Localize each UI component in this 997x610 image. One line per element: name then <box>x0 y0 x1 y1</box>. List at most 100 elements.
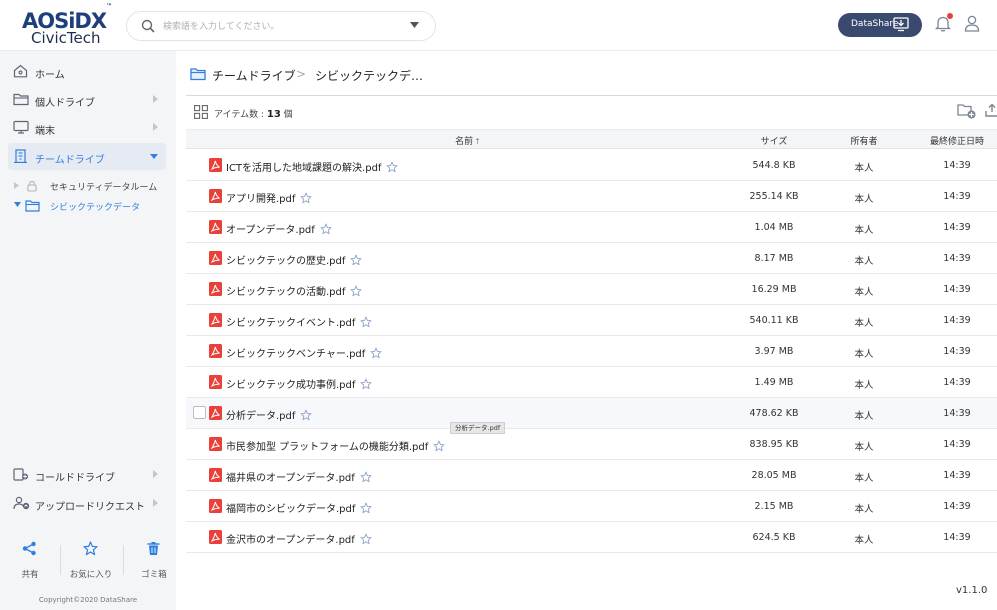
star-icon[interactable] <box>360 316 372 328</box>
file-size: 478.62 KB <box>749 408 799 419</box>
file-name-cell[interactable]: オープンデータ.pdf <box>226 221 332 236</box>
file-name[interactable]: シビックテック成功事例.pdf <box>226 380 355 391</box>
row-checkbox[interactable] <box>193 406 206 419</box>
sidebar-item-devices[interactable]: 端末 <box>8 114 166 141</box>
table-row[interactable]: 福井県のオープンデータ.pdf 28.05 MB 本人 14:39 <box>186 460 997 491</box>
star-icon[interactable] <box>350 285 362 297</box>
star-icon[interactable] <box>433 440 445 452</box>
sidebar-item-personal-drive[interactable]: 個人ドライブ <box>8 86 166 113</box>
file-name[interactable]: シビックテックの歴史.pdf <box>226 256 345 267</box>
star-icon[interactable] <box>360 502 372 514</box>
table-row[interactable]: シビックテックベンチャー.pdf 3.97 MB 本人 14:39 <box>186 336 997 367</box>
folder-icon <box>190 67 206 81</box>
chevron-down-icon[interactable] <box>410 22 419 29</box>
upload-icon[interactable] <box>985 103 997 118</box>
file-name[interactable]: ICTを活用した地域課題の解決.pdf <box>226 163 381 174</box>
file-name-cell[interactable]: シビックテック成功事例.pdf <box>226 376 372 391</box>
file-name-cell[interactable]: 市民参加型 プラットフォームの機能分類.pdf <box>226 438 445 453</box>
chevron-down-icon[interactable] <box>14 202 21 207</box>
breadcrumb-separator: > <box>296 67 307 81</box>
file-name[interactable]: シビックテックイベント.pdf <box>226 318 355 329</box>
sidebar-item-team-drive[interactable]: チームドライブ <box>8 143 166 170</box>
chevron-down-icon[interactable] <box>150 154 158 159</box>
file-name-cell[interactable]: 福井県のオープンデータ.pdf <box>226 469 372 484</box>
aosidx-civictech-logo[interactable]: AOSiDX™ CivicTech <box>22 3 122 47</box>
chevron-right-icon[interactable] <box>153 470 158 478</box>
star-icon[interactable] <box>360 533 372 545</box>
breadcrumb-team-drive[interactable]: チームドライブ <box>212 67 296 84</box>
file-name[interactable]: 分析データ.pdf <box>226 411 295 422</box>
building-icon <box>13 149 28 163</box>
file-name[interactable]: アプリ開発.pdf <box>226 194 295 205</box>
star-icon[interactable] <box>386 161 398 173</box>
table-row[interactable]: アプリ開発.pdf 255.14 KB 本人 14:39 <box>186 181 997 212</box>
table-row[interactable]: ICTを活用した地域課題の解決.pdf 544.8 KB 本人 14:39 <box>186 150 997 181</box>
pdf-file-icon <box>209 158 222 172</box>
star-icon[interactable] <box>360 471 372 483</box>
table-row[interactable]: 福岡市のシビックデータ.pdf 2.15 MB 本人 14:39 <box>186 491 997 522</box>
user-icon[interactable] <box>964 15 980 32</box>
favorites-button[interactable]: お気に入り <box>61 539 121 585</box>
datashare-button[interactable]: DataShare <box>838 13 922 37</box>
star-icon[interactable] <box>360 378 372 390</box>
trash-label: ゴミ箱 <box>141 570 167 580</box>
sidebar-item-upload-request[interactable]: アップロードリクエスト <box>8 490 166 517</box>
table-row[interactable]: 市民参加型 プラットフォームの機能分類.pdf 838.95 KB 本人 14:39 <box>186 429 997 460</box>
search-input[interactable] <box>163 18 403 35</box>
file-size: 3.97 MB <box>754 346 794 357</box>
table-row[interactable]: 分析データ.pdf 478.62 KB 本人 14:39 <box>186 398 997 429</box>
file-name[interactable]: 福岡市のシビックデータ.pdf <box>226 504 355 515</box>
file-name-cell[interactable]: シビックテックベンチャー.pdf <box>226 345 382 360</box>
file-name[interactable]: オープンデータ.pdf <box>226 225 315 236</box>
trash-icon <box>146 541 161 556</box>
file-name-cell[interactable]: ICTを活用した地域課題の解決.pdf <box>226 159 398 174</box>
star-icon[interactable] <box>300 192 312 204</box>
file-name[interactable]: 金沢市のオープンデータ.pdf <box>226 535 355 546</box>
divider <box>186 95 997 96</box>
sidebar: ホーム 個人ドライブ 端末 チームドライブ セキュリティデータルーム シビックテ <box>0 51 176 610</box>
sidebar-item-cold-drive[interactable]: コールドドライブ <box>8 461 166 488</box>
file-owner: 本人 <box>854 287 874 298</box>
chevron-right-icon[interactable] <box>153 95 158 103</box>
table-row[interactable]: シビックテックイベント.pdf 540.11 KB 本人 14:39 <box>186 305 997 336</box>
sidebar-item-civictech-data[interactable]: シビックテックデータ <box>14 197 174 215</box>
star-icon[interactable] <box>320 223 332 235</box>
column-modified-header[interactable]: 最終修正日時 <box>915 134 997 147</box>
file-name-cell[interactable]: シビックテックイベント.pdf <box>226 314 372 329</box>
locked-folder-icon <box>25 179 39 192</box>
file-name[interactable]: 福井県のオープンデータ.pdf <box>226 473 355 484</box>
share-button[interactable]: 共有 <box>0 539 60 585</box>
table-row[interactable]: オープンデータ.pdf 1.04 MB 本人 14:39 <box>186 212 997 243</box>
file-name-cell[interactable]: シビックテックの歴史.pdf <box>226 252 362 267</box>
column-owner-header[interactable]: 所有者 <box>826 134 902 147</box>
table-row[interactable]: シビックテック成功事例.pdf 1.49 MB 本人 14:39 <box>186 367 997 398</box>
chevron-right-icon[interactable] <box>14 182 19 189</box>
table-row[interactable]: 金沢市のオープンデータ.pdf 624.5 KB 本人 14:39 <box>186 522 997 553</box>
file-name-cell[interactable]: シビックテックの活動.pdf <box>226 283 362 298</box>
file-name-cell[interactable]: アプリ開発.pdf <box>226 190 312 205</box>
sidebar-item-security-data-room[interactable]: セキュリティデータルーム <box>14 177 174 195</box>
search-icon[interactable] <box>141 19 155 33</box>
column-size-header[interactable]: サイズ <box>734 134 814 147</box>
grid-view-icon[interactable] <box>194 105 208 119</box>
table-row[interactable]: シビックテックの歴史.pdf 8.17 MB 本人 14:39 <box>186 243 997 274</box>
file-name[interactable]: シビックテックの活動.pdf <box>226 287 345 298</box>
file-name-cell[interactable]: 分析データ.pdf <box>226 407 312 422</box>
column-name-label: 名前 <box>455 137 474 147</box>
column-name-header[interactable]: 名前↑ <box>186 134 750 147</box>
chevron-right-icon[interactable] <box>153 499 158 507</box>
sidebar-item-home[interactable]: ホーム <box>8 58 166 85</box>
file-name-cell[interactable]: 福岡市のシビックデータ.pdf <box>226 500 372 515</box>
table-row[interactable]: シビックテックの活動.pdf 16.29 MB 本人 14:39 <box>186 274 997 305</box>
star-icon <box>83 541 98 556</box>
chevron-right-icon[interactable] <box>153 123 158 131</box>
file-name-cell[interactable]: 金沢市のオープンデータ.pdf <box>226 531 372 546</box>
trash-button[interactable]: ゴミ箱 <box>124 539 184 585</box>
file-name[interactable]: 市民参加型 プラットフォームの機能分類.pdf <box>226 442 428 453</box>
star-icon[interactable] <box>300 409 312 421</box>
file-name[interactable]: シビックテックベンチャー.pdf <box>226 349 365 360</box>
new-folder-icon[interactable] <box>957 103 977 120</box>
sidebar-item-label: 個人ドライブ <box>35 98 95 109</box>
star-icon[interactable] <box>350 254 362 266</box>
star-icon[interactable] <box>370 347 382 359</box>
